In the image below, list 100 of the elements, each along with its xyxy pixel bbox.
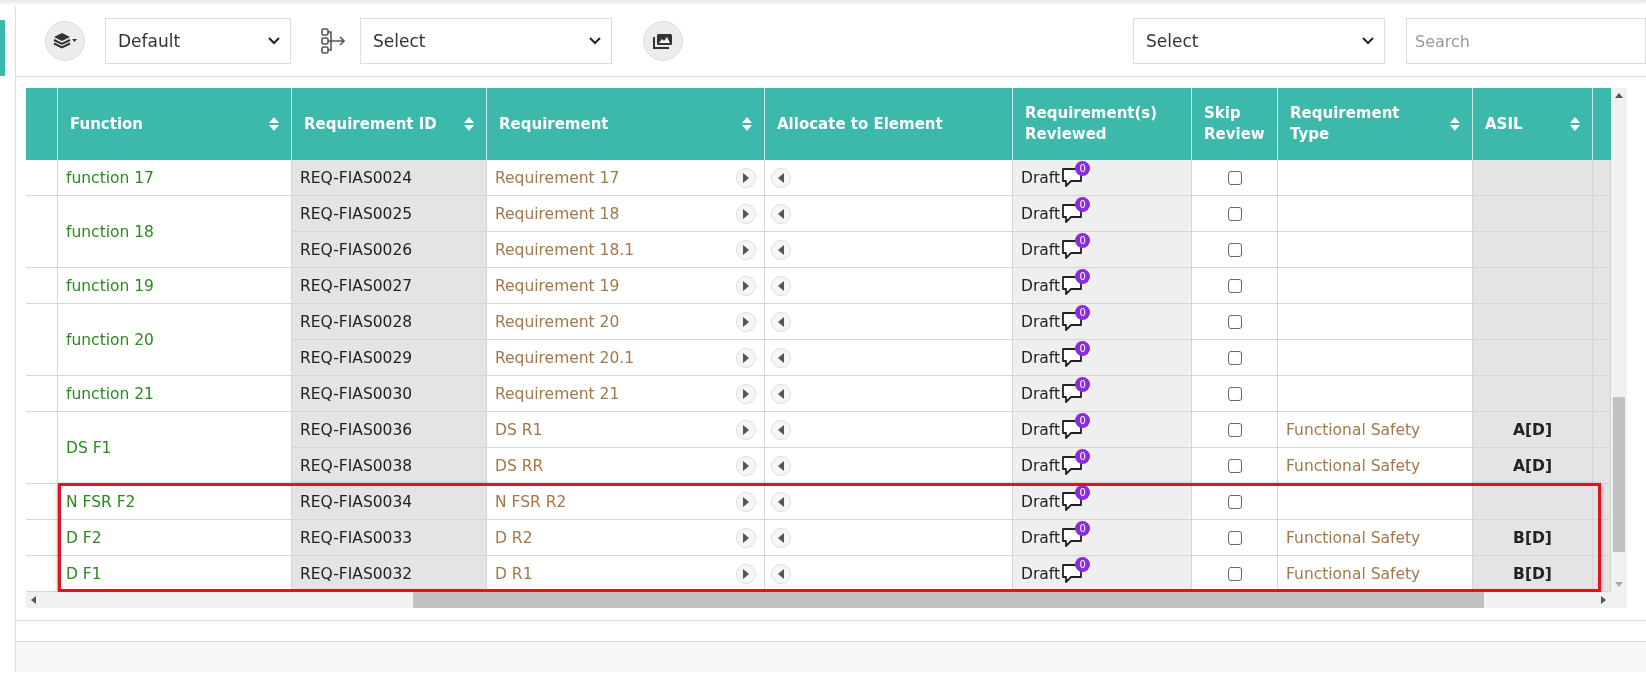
column-header[interactable]: Requirement ID [304,113,437,135]
table-cell [1593,304,1611,340]
caret-right-icon [742,532,750,543]
skip-review-checkbox[interactable] [1227,350,1242,365]
caret-left-icon [777,172,785,183]
right-arrow-button[interactable] [736,419,756,440]
search-field[interactable]: Search [1406,18,1646,64]
skip-review-checkbox[interactable] [1227,530,1242,545]
right-arrow-button[interactable] [736,275,756,296]
requirement-link[interactable]: Requirement 19 [495,276,620,295]
left-arrow-button[interactable] [771,563,791,584]
table-cell [1593,196,1611,232]
column-header[interactable]: ASIL [1485,113,1523,135]
caret-right-icon [742,460,750,471]
filter-select[interactable]: Select [1133,18,1385,64]
status-text: Draft [1021,528,1061,547]
left-arrow-button[interactable] [771,491,791,512]
left-arrow-button[interactable] [771,275,791,296]
caret-right-icon [742,172,750,183]
comment-count-badge: 0 [1075,413,1091,428]
requirement-id-cell: REQ-FIAS0027 [292,268,487,304]
skip-review-checkbox[interactable] [1227,314,1242,329]
left-arrow-button[interactable] [771,167,791,188]
hierarchy-select[interactable]: Select [360,18,612,64]
table-cell [26,412,58,484]
requirement-link[interactable]: D R1 [495,564,533,583]
left-arrow-button[interactable] [771,419,791,440]
caret-left-icon [777,532,785,543]
table-cell [26,160,58,196]
right-arrow-button[interactable] [736,527,756,548]
skip-review-checkbox[interactable] [1227,494,1242,509]
requirement-link[interactable]: DS R1 [495,420,543,439]
scrollbar-thumb[interactable] [412,592,1485,608]
caret-right-icon [742,352,750,363]
left-arrow-button[interactable] [771,311,791,332]
skip-review-checkbox[interactable] [1227,242,1242,257]
image-button[interactable] [643,21,683,61]
caret-left-icon [777,208,785,219]
horizontal-scrollbar[interactable] [26,592,1611,608]
scrollbar-thumb[interactable] [1613,396,1625,553]
layers-icon [53,32,77,50]
column-header[interactable]: Requirement Type [1290,103,1441,145]
table-cell [26,520,58,556]
status-text: Draft [1021,456,1061,475]
requirement-id-cell: REQ-FIAS0033 [292,520,487,556]
skip-review-checkbox[interactable] [1227,458,1242,473]
caret-right-icon [742,496,750,507]
right-arrow-button[interactable] [736,239,756,260]
caret-right-icon [742,568,750,579]
skip-review-checkbox[interactable] [1227,278,1242,293]
table-cell [26,268,58,304]
requirement-link[interactable]: Requirement 21 [495,384,620,403]
requirement-link[interactable]: Requirement 18.1 [495,240,635,259]
requirement-id-cell: REQ-FIAS0024 [292,160,487,196]
skip-review-checkbox[interactable] [1227,422,1242,437]
requirement-link[interactable]: DS RR [495,456,544,475]
status-text: Draft [1021,348,1061,367]
left-arrow-button[interactable] [771,383,791,404]
comment-count-badge: 0 [1075,377,1091,392]
skip-review-checkbox[interactable] [1227,170,1242,185]
status-text: Draft [1021,564,1061,583]
status-text: Draft [1021,168,1061,187]
table-cell [1593,160,1611,196]
left-arrow-button[interactable] [771,203,791,224]
left-arrow-button[interactable] [771,455,791,476]
layers-button[interactable] [45,21,85,61]
hierarchy-icon[interactable] [320,28,346,54]
right-arrow-button[interactable] [736,383,756,404]
status-text: Draft [1021,384,1061,403]
caret-right-icon [742,424,750,435]
skip-review-checkbox[interactable] [1227,206,1242,221]
skip-review-checkbox[interactable] [1227,386,1242,401]
right-arrow-button[interactable] [736,167,756,188]
right-arrow-button[interactable] [736,563,756,584]
right-arrow-button[interactable] [736,455,756,476]
skip-review-checkbox[interactable] [1227,566,1242,581]
left-arrow-button[interactable] [771,527,791,548]
caret-left-icon [777,388,785,399]
caret-down-icon [589,37,601,45]
requirement-link[interactable]: N FSR R2 [495,492,567,511]
view-select[interactable]: Default [105,18,291,64]
requirement-link[interactable]: Requirement 17 [495,168,620,187]
caret-left-icon [777,352,785,363]
column-header: Allocate to Element [777,113,943,135]
right-arrow-button[interactable] [736,311,756,332]
requirement-link[interactable]: Requirement 20.1 [495,348,635,367]
left-arrow-button[interactable] [771,239,791,260]
column-header[interactable]: Function [70,113,144,135]
requirement-link[interactable]: Requirement 18 [495,204,620,223]
caret-right-icon [742,208,750,219]
column-header: Skip Review [1204,103,1265,145]
requirement-link[interactable]: Requirement 20 [495,312,620,331]
vertical-scrollbar[interactable] [1611,88,1627,592]
right-arrow-button[interactable] [736,203,756,224]
right-arrow-button[interactable] [736,347,756,368]
requirement-link[interactable]: D R2 [495,528,533,547]
column-header[interactable]: Requirement [499,113,609,135]
right-arrow-button[interactable] [736,491,756,512]
comment-count-badge: 0 [1075,557,1091,572]
left-arrow-button[interactable] [771,347,791,368]
